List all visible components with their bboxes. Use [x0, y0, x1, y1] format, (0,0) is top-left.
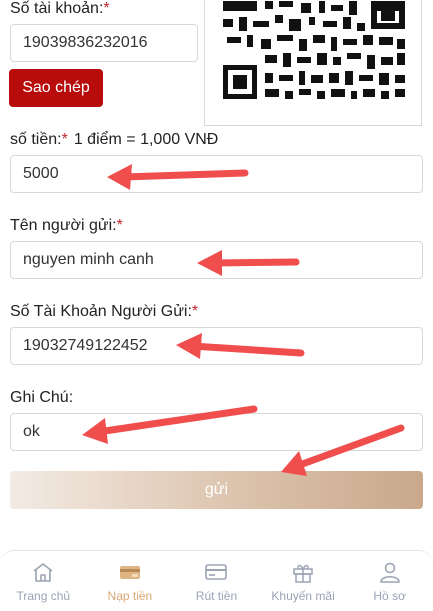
amount-label: số tiền:* 1 điểm = 1,000 VNĐ — [10, 131, 218, 149]
nav-promotions-label: Khuyến mãi — [271, 589, 335, 603]
account-label: Số tài khoản:* — [10, 0, 110, 18]
sender-name-label-text: Tên người gửi: — [10, 217, 117, 234]
amount-input[interactable]: 5000 — [10, 155, 423, 193]
amount-label-text: số tiền: — [10, 131, 62, 148]
required-mark: * — [61, 131, 68, 148]
qr-code-image — [223, 1, 405, 99]
note-input[interactable]: ok — [10, 413, 423, 451]
nav-deposit-label: Nạp tiền — [107, 589, 153, 603]
sender-account-input[interactable]: 19032749122452 — [10, 327, 423, 365]
account-number-field[interactable]: 19039836232016 — [10, 24, 198, 62]
user-icon — [379, 562, 400, 583]
wallet-icon — [119, 566, 140, 579]
sender-name-label: Tên người gửi:* — [10, 217, 123, 235]
nav-deposit[interactable]: Nạp tiền — [87, 551, 174, 611]
nav-home-label: Trang chủ — [16, 589, 71, 603]
exchange-rate-text: 1 điểm = 1,000 VNĐ — [73, 131, 219, 148]
nav-withdraw[interactable]: Rút tiền — [173, 551, 260, 611]
note-label-text: Ghi Chú: — [10, 389, 74, 406]
sender-account-label-text: Số Tài Khoản Người Gửi: — [10, 303, 192, 320]
nav-promotions[interactable]: Khuyến mãi — [260, 551, 347, 611]
note-label: Ghi Chú: — [10, 389, 73, 407]
required-mark: * — [103, 0, 110, 17]
qr-code — [204, 0, 422, 126]
nav-profile-label: Hồ sơ — [373, 589, 406, 603]
required-mark: * — [116, 217, 123, 234]
card-icon — [205, 564, 228, 580]
copy-button[interactable]: Sao chép — [9, 69, 103, 107]
account-label-text: Số tài khoản: — [10, 0, 104, 17]
submit-button[interactable]: gửi — [10, 471, 423, 509]
sender-account-label: Số Tài Khoản Người Gửi:* — [10, 303, 198, 321]
nav-profile[interactable]: Hồ sơ — [346, 551, 433, 611]
sender-name-input[interactable]: nguyen minh canh — [10, 241, 423, 279]
gift-icon — [293, 564, 313, 583]
nav-home[interactable]: Trang chủ — [0, 551, 87, 611]
required-mark: * — [191, 303, 199, 320]
nav-withdraw-label: Rút tiền — [195, 589, 238, 603]
home-icon — [33, 563, 53, 582]
bottom-nav: Trang chủ Nạp tiền Rút tiền Khuyến mãi H… — [0, 550, 433, 611]
